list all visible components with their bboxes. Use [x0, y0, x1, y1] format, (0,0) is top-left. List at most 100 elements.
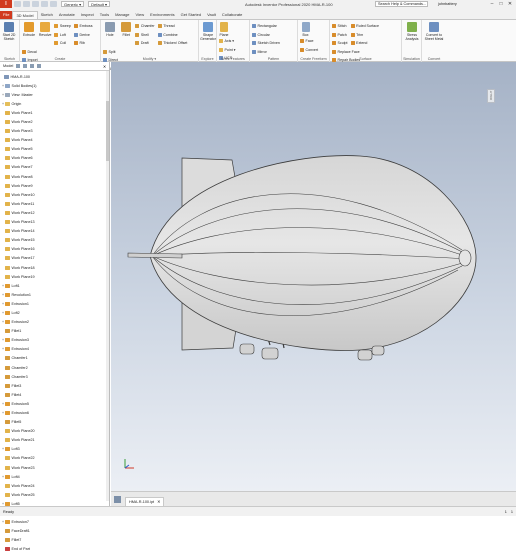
tree-node[interactable]: Fillet4: [0, 390, 109, 399]
view-style-dropdown[interactable]: Default ▾: [88, 1, 110, 7]
save-icon[interactable]: [32, 1, 39, 7]
replace-face-button[interactable]: Replace Face: [332, 48, 360, 57]
tab-view[interactable]: View: [133, 11, 148, 19]
tree-node[interactable]: + Revolution1: [0, 290, 109, 299]
tree-node[interactable]: Chamfer2: [0, 363, 109, 372]
start-2d-sketch-button[interactable]: Start 2D Sketch: [2, 22, 16, 41]
tree-node[interactable]: + View: Master: [0, 90, 109, 99]
tree-node[interactable]: + Extrusion1: [0, 299, 109, 308]
graphics-window[interactable]: [111, 62, 516, 506]
tree-node[interactable]: + Solid Bodies(1): [0, 81, 109, 90]
tab-3d-model[interactable]: 3D Model: [12, 11, 38, 19]
ruled-surface-button[interactable]: Ruled Surface: [350, 22, 379, 31]
add-browser-icon[interactable]: [16, 64, 21, 68]
document-tab[interactable]: HMA-R-100.ipt ✕: [125, 497, 165, 506]
fillet-button[interactable]: Fillet: [119, 22, 133, 37]
thicken-offset-button[interactable]: Thicken/ Offset: [157, 39, 187, 48]
tree-node[interactable]: Work Plane8: [0, 172, 109, 181]
viewcube[interactable]: RIGHT: [487, 89, 495, 103]
minimize-button[interactable]: –: [488, 1, 496, 7]
close-document-icon[interactable]: ✕: [157, 498, 160, 506]
tree-node[interactable]: Chamfer1: [0, 354, 109, 363]
coil-button[interactable]: Coil: [54, 39, 71, 48]
tree-node[interactable]: Work Plane22: [0, 454, 109, 463]
trim-button[interactable]: Trim: [350, 31, 379, 40]
split-button[interactable]: Split: [103, 48, 128, 57]
tree-node[interactable]: Work Plane3: [0, 127, 109, 136]
browser-filter-icon[interactable]: [23, 64, 28, 68]
stitch-button[interactable]: Stitch: [332, 22, 348, 31]
tree-node[interactable]: Work Plane1: [0, 108, 109, 117]
tree-node[interactable]: + Loft3: [0, 445, 109, 454]
tree-node[interactable]: Work Plane12: [0, 208, 109, 217]
thread-button[interactable]: Thread: [157, 22, 188, 31]
user-account[interactable]: johnbattery: [438, 2, 457, 6]
search-help-input[interactable]: Search Help & Commands...: [375, 1, 428, 7]
appearance-dropdown[interactable]: Generic ▾: [61, 1, 85, 7]
hole-button[interactable]: Hole: [103, 22, 117, 37]
face-button[interactable]: Face: [300, 37, 318, 46]
rectangular-pattern-button[interactable]: Rectangular: [252, 22, 280, 31]
combine-button[interactable]: Combine: [157, 31, 188, 40]
tab-file[interactable]: File: [0, 11, 13, 19]
tree-node[interactable]: Work Plane14: [0, 227, 109, 236]
redo-icon[interactable]: [50, 1, 57, 7]
circular-pattern-button[interactable]: Circular: [252, 31, 280, 40]
mirror-button[interactable]: Mirror: [252, 48, 267, 57]
tree-node[interactable]: Fillet5: [0, 418, 109, 427]
tab-annotate[interactable]: Annotate: [56, 11, 78, 19]
tree-node[interactable]: + Loft2: [0, 308, 109, 317]
sculpt-button[interactable]: Sculpt: [332, 39, 348, 48]
maximize-button[interactable]: □: [497, 1, 505, 7]
tree-node[interactable]: + Extrusion7: [0, 518, 109, 527]
extend-button[interactable]: Extend: [350, 39, 379, 48]
tab-collaborate[interactable]: Collaborate: [219, 11, 245, 19]
extrude-button[interactable]: Extrude: [22, 22, 36, 37]
tree-node[interactable]: End of Part: [0, 545, 109, 554]
model-tab[interactable]: Model: [3, 64, 13, 68]
tree-node[interactable]: + Origin: [0, 99, 109, 108]
tree-node[interactable]: Work Plane18: [0, 263, 109, 272]
tree-node[interactable]: Fillet3: [0, 381, 109, 390]
tree-node[interactable]: Work Plane25: [0, 490, 109, 499]
revolve-button[interactable]: Revolve: [38, 22, 52, 37]
tree-node[interactable]: Work Plane11: [0, 199, 109, 208]
tree-node[interactable]: Work Plane20: [0, 427, 109, 436]
tree-node[interactable]: Work Plane10: [0, 190, 109, 199]
tab-tools[interactable]: Tools: [97, 11, 112, 19]
tree-node[interactable]: + Loft1: [0, 281, 109, 290]
tree-node[interactable]: + Extrusion4: [0, 345, 109, 354]
tree-node[interactable]: Work Plane4: [0, 136, 109, 145]
tree-node[interactable]: Work Plane19: [0, 272, 109, 281]
open-file-icon[interactable]: [23, 1, 30, 7]
tree-node[interactable]: Work Plane15: [0, 236, 109, 245]
point-button[interactable]: Point ▾: [219, 46, 236, 55]
patch-button[interactable]: Patch: [332, 31, 348, 40]
sketch-driven-pattern-button[interactable]: Sketch Driven: [252, 39, 280, 48]
tree-node[interactable]: Work Plane24: [0, 481, 109, 490]
tree-node[interactable]: Work Plane16: [0, 245, 109, 254]
axis-button[interactable]: Axis ▾: [219, 37, 236, 46]
derive-button[interactable]: Derive: [74, 31, 92, 40]
emboss-button[interactable]: Emboss: [74, 22, 93, 31]
tab-inspect[interactable]: Inspect: [78, 11, 97, 19]
tree-node[interactable]: + Loft4: [0, 472, 109, 481]
convert-sheet-metal-button[interactable]: Convert to Sheet Metal: [424, 22, 444, 41]
new-file-icon[interactable]: [14, 1, 21, 7]
decal-button[interactable]: Decal: [22, 48, 40, 57]
stress-analysis-button[interactable]: Stress Analysis: [404, 22, 420, 41]
inventor-logo-icon[interactable]: I: [0, 0, 12, 8]
tree-node[interactable]: Work Plane2: [0, 117, 109, 126]
box-button[interactable]: Box: [300, 22, 311, 37]
tree-node[interactable]: Work Plane13: [0, 218, 109, 227]
tree-node[interactable]: Work Plane5: [0, 145, 109, 154]
shell-button[interactable]: Shell: [135, 31, 154, 40]
tab-get-started[interactable]: Get Started: [178, 11, 204, 19]
rib-button[interactable]: Rib: [74, 39, 92, 48]
tree-node[interactable]: + Extrusion6: [0, 408, 109, 417]
convert-freeform-button[interactable]: Convert: [300, 46, 318, 55]
close-browser-icon[interactable]: ✕: [103, 64, 106, 69]
tree-node[interactable]: Work Plane21: [0, 436, 109, 445]
tab-sketch[interactable]: Sketch: [38, 11, 56, 19]
tree-node[interactable]: Fillet7: [0, 536, 109, 545]
